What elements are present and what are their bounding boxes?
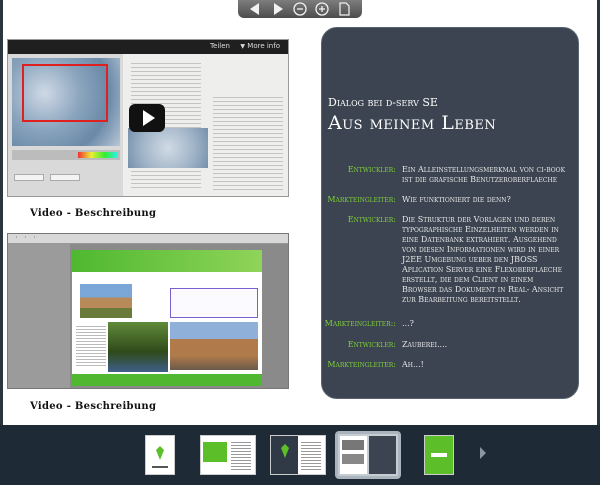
speech-text: Wie funktioniert die denn? [402,195,511,204]
video2-tab [8,236,17,238]
viewer-toolbar [238,0,362,18]
panel-kicker: Dialog bei d-serv SE [328,96,438,109]
video2-selection-box [170,288,258,318]
zoom-in-icon [315,2,330,16]
video1-document-image [128,128,208,168]
thumbnail-next-icon[interactable] [480,447,486,459]
previous-page-button[interactable] [247,1,263,17]
video1-caption: Video - Beschreibung [30,208,157,219]
video2-caption: Video - Beschreibung [30,401,157,412]
video2-town-photo [80,284,132,318]
zoom-out-icon [293,2,307,16]
thumbnail-page-5[interactable] [424,435,454,475]
video2-street-photo [170,322,258,370]
more-info-label: More info [247,42,280,50]
speech-text: Die Struktur der Vorlagen und deren typo… [402,215,564,304]
panel-title: Aus meinem Leben [328,112,497,134]
video2-left-pane [8,244,70,388]
video2-tab [17,236,26,238]
frame-edge-left [0,0,3,425]
share-button[interactable]: Teilen [210,42,230,50]
video-player-1[interactable]: Teilen ▼ More info [7,39,289,197]
video1-text-column-2 [213,94,283,190]
speech-text: Ein Alleinstellungsmerkmal von ci-book i… [402,165,566,184]
page-spread: Teilen ▼ More info Video - Beschreibung … [0,0,600,425]
play-icon [142,110,155,126]
speaker-label: Entwickler: [347,215,396,224]
thumbnail-spread-2[interactable] [200,435,256,475]
chevron-down-icon: ▼ [240,43,246,50]
video-player-2[interactable] [7,233,289,389]
video2-park-photo [108,322,168,372]
video2-tab [26,236,35,238]
thumbnail-strip [0,425,600,485]
speaker-label: Entwickler: [347,340,396,349]
zoom-in-button[interactable] [314,1,330,17]
arrow-left-icon [250,3,260,15]
speaker-label: Markteingleiter: [327,360,396,369]
more-info-button[interactable]: ▼ More info [240,42,280,50]
video1-top-bar: Teilen ▼ More info [8,40,288,54]
video2-tab-bar [8,234,288,244]
thumbnail-spread-4-selected[interactable] [335,431,401,479]
video1-color-gradient [78,152,118,158]
play-button[interactable] [129,104,165,132]
arrow-right-icon [273,3,283,15]
video1-editor-pane [8,54,123,196]
zoom-out-button[interactable] [292,1,308,17]
speech-text: Zauberei.... [402,340,448,349]
speech-text: Ah...! [402,360,424,369]
video1-dialog-buttons [14,166,114,181]
thumbnail-spread-3[interactable] [270,435,326,475]
speaker-label: Markteingleiter: [327,195,396,204]
speech-text: ...? [402,319,414,328]
video2-footer-band [72,374,262,386]
video2-header-band [72,250,262,272]
next-page-button[interactable] [270,1,286,17]
dialog-panel: Dialog bei d-serv SE Aus meinem Leben En… [321,27,579,399]
page-view-button[interactable] [337,1,353,17]
video1-crop-selection [22,64,108,122]
page-icon [339,2,350,16]
video2-text-block [76,324,106,368]
video2-document-page [72,250,262,386]
thumbnail-page-1[interactable] [145,435,175,475]
speaker-label: Markteingleiter:: [324,319,396,328]
speaker-label: Entwickler: [347,165,396,174]
